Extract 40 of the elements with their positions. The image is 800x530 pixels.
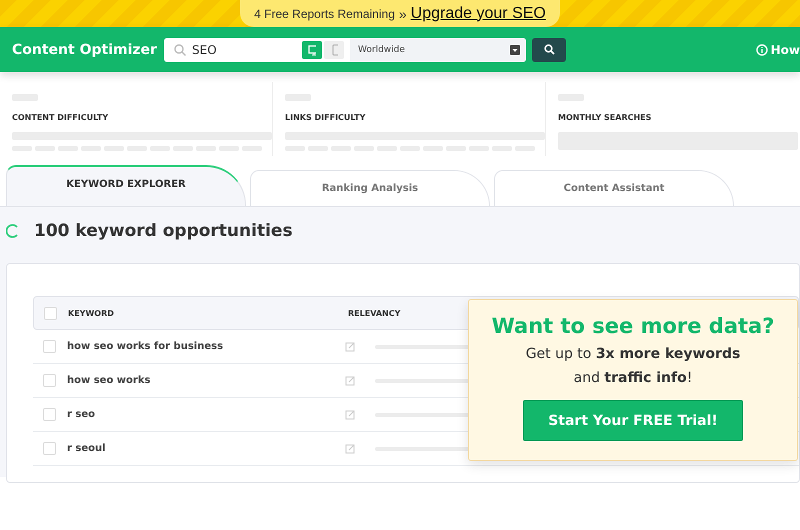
keyword-cell[interactable]: how seo works — [67, 375, 150, 386]
app-title: Content Optimizer — [12, 42, 158, 58]
metric-label: LINKS DIFFICULTY — [285, 113, 366, 122]
keyword-cell[interactable]: r seoul — [67, 443, 106, 454]
column-header[interactable]: RELEVANCY — [348, 308, 400, 318]
tab[interactable]: Ranking Analysis — [250, 170, 490, 206]
info-icon[interactable] — [756, 44, 768, 56]
tab[interactable]: Content Assistant — [494, 170, 734, 206]
results-heading: 100 keyword opportunities — [34, 221, 293, 241]
keyword-cell[interactable]: r seo — [67, 409, 96, 420]
search-icon — [544, 44, 554, 55]
dropdown-icon — [510, 44, 520, 54]
keyword-cell[interactable]: how seo works for business — [67, 341, 224, 352]
checkbox[interactable] — [43, 408, 56, 421]
column-header[interactable]: KEYWORD — [68, 308, 348, 318]
search-button[interactable] — [532, 38, 566, 62]
external-link-icon[interactable] — [345, 376, 355, 386]
search-field[interactable]: SEO Worldwide — [164, 38, 526, 62]
checkbox[interactable] — [43, 374, 56, 387]
checkbox[interactable] — [43, 340, 56, 353]
location-select[interactable]: Worldwide — [350, 38, 526, 62]
checkbox[interactable] — [43, 442, 56, 455]
mobile-toggle[interactable] — [324, 40, 344, 58]
external-link-icon[interactable] — [345, 410, 355, 420]
phone-icon — [330, 44, 338, 56]
desktop-toggle[interactable] — [302, 40, 322, 58]
popup-title: Want to see more data? — [492, 314, 774, 338]
monitor-icon — [308, 44, 316, 56]
popup-text: Get up to 3x more keywords and traffic info! — [524, 345, 742, 388]
external-link-icon[interactable] — [345, 444, 355, 454]
metric-label: CONTENT DIFFICULTY — [12, 113, 110, 122]
search-icon — [174, 44, 186, 56]
checkbox[interactable] — [44, 306, 57, 320]
tab[interactable]: KEYWORD EXPLORER — [6, 165, 246, 206]
metric-label: MONTHLY SEARCHES — [558, 113, 652, 122]
reports-remaining: 4 Free Reports Remaining — [254, 6, 395, 20]
external-link-icon[interactable] — [345, 342, 355, 352]
upgrade-link[interactable]: Upgrade your SEO — [410, 4, 546, 22]
separator: » — [398, 6, 407, 22]
spinner-icon — [6, 224, 20, 238]
